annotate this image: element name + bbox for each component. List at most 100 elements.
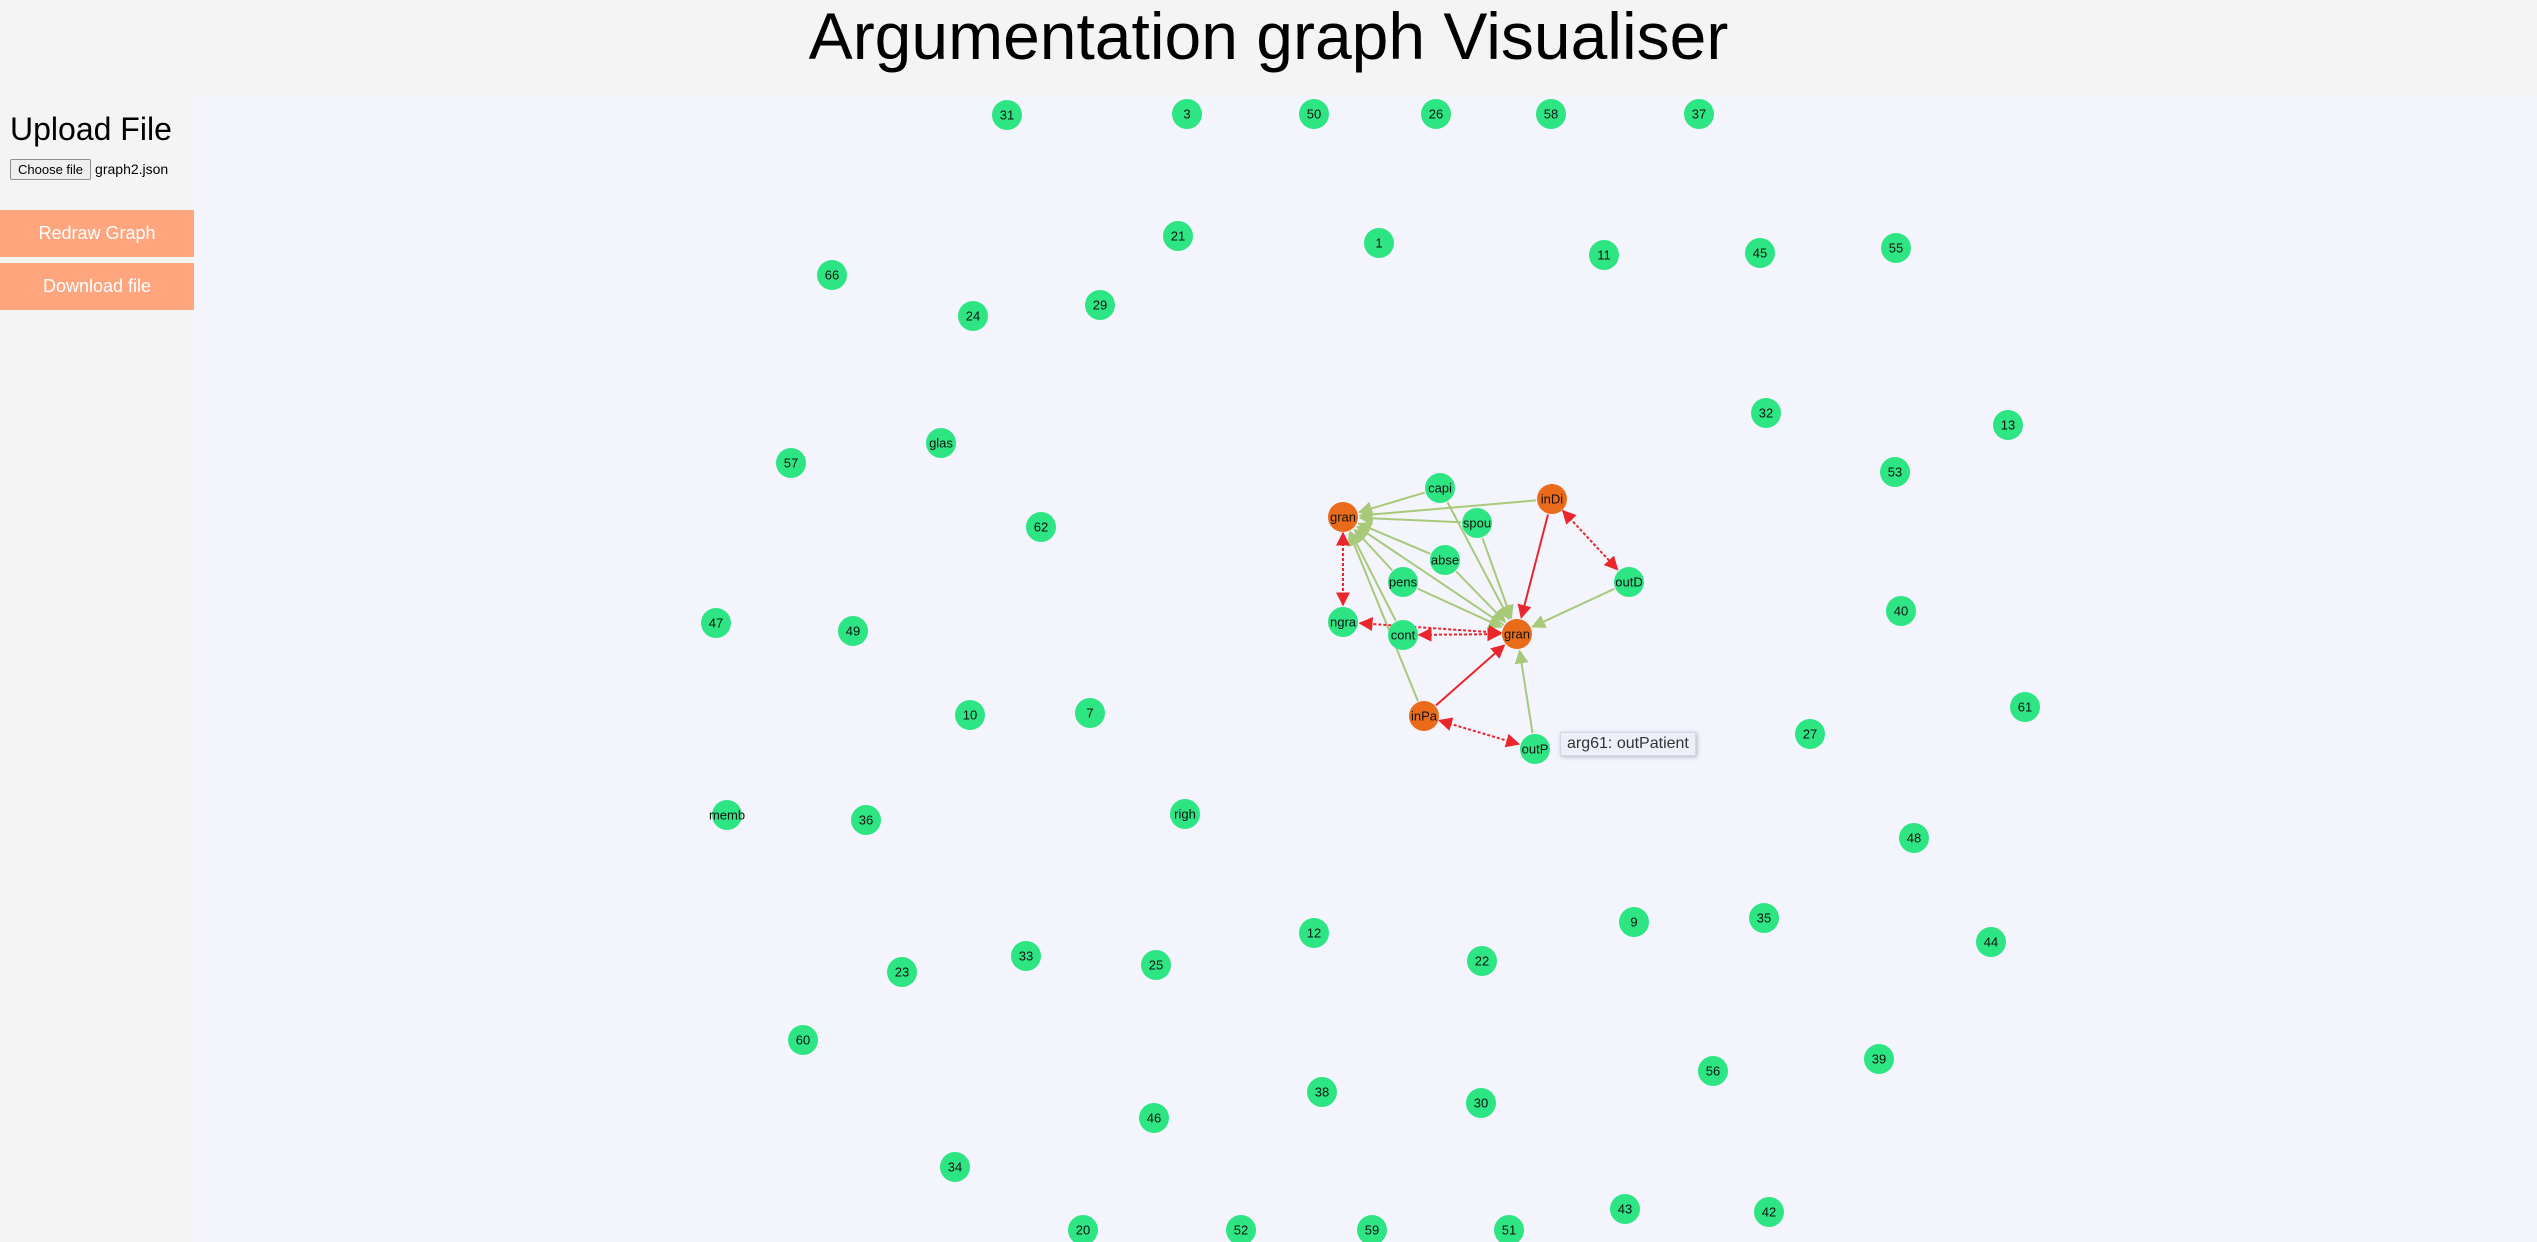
node-circle[interactable] xyxy=(1299,918,1329,948)
graph-node-39[interactable]: 39 xyxy=(1864,1044,1894,1074)
node-circle[interactable] xyxy=(712,800,742,830)
node-circle[interactable] xyxy=(1899,823,1929,853)
graph-node-3[interactable]: 3 xyxy=(1172,99,1202,129)
node-circle[interactable] xyxy=(1011,941,1041,971)
graph-node-26[interactable]: 26 xyxy=(1421,99,1451,129)
graph-node-21[interactable]: 21 xyxy=(1163,221,1193,251)
graph-node-ngra[interactable]: ngra xyxy=(1328,607,1358,637)
graph-node-53[interactable]: 53 xyxy=(1880,457,1910,487)
node-circle[interactable] xyxy=(1684,99,1714,129)
graph-node-12[interactable]: 12 xyxy=(1299,918,1329,948)
graph-node-9[interactable]: 9 xyxy=(1619,907,1649,937)
graph-node-11[interactable]: 11 xyxy=(1589,240,1619,270)
node-circle[interactable] xyxy=(1993,410,2023,440)
graph-canvas[interactable]: 31 3 50 26 58 37 21 1 11 45 55 66 24 29 32 13 glas 57 53 62… xyxy=(194,95,2537,1242)
graph-node-29[interactable]: 29 xyxy=(1085,290,1115,320)
graph-node-31[interactable]: 31 xyxy=(992,100,1022,130)
graph-node-38[interactable]: 38 xyxy=(1307,1077,1337,1107)
graph-node-43[interactable]: 43 xyxy=(1610,1194,1640,1224)
node-circle[interactable] xyxy=(955,700,985,730)
node-circle[interactable] xyxy=(1026,512,1056,542)
redraw-graph-button[interactable]: Redraw Graph xyxy=(0,210,194,257)
node-circle[interactable] xyxy=(1976,927,2006,957)
graph-node-45[interactable]: 45 xyxy=(1745,238,1775,268)
node-circle[interactable] xyxy=(1328,502,1358,532)
graph-node-outD[interactable]: outD xyxy=(1614,567,1644,597)
node-circle[interactable] xyxy=(1170,799,1200,829)
graph-node-62[interactable]: 62 xyxy=(1026,512,1056,542)
node-circle[interactable] xyxy=(1299,99,1329,129)
node-circle[interactable] xyxy=(1614,567,1644,597)
graph-svg[interactable]: 31 3 50 26 58 3721 111 45 556624293213glas575362… xyxy=(194,95,2537,1242)
node-circle[interactable] xyxy=(1425,473,1455,503)
graph-node-59[interactable]: 59 xyxy=(1357,1215,1387,1242)
node-circle[interactable] xyxy=(851,805,881,835)
graph-node-66[interactable]: 66 xyxy=(817,260,847,290)
graph-node-inDi[interactable]: inDi xyxy=(1537,484,1567,514)
graph-node-1[interactable]: 1 xyxy=(1364,228,1394,258)
node-circle[interactable] xyxy=(1886,596,1916,626)
download-file-button[interactable]: Download file xyxy=(0,263,194,310)
node-circle[interactable] xyxy=(1610,1194,1640,1224)
graph-node-13[interactable]: 13 xyxy=(1993,410,2023,440)
graph-node-24[interactable]: 24 xyxy=(958,301,988,331)
node-circle[interactable] xyxy=(1139,1103,1169,1133)
node-circle[interactable] xyxy=(1466,1088,1496,1118)
node-circle[interactable] xyxy=(1502,619,1532,649)
graph-node-34[interactable]: 34 xyxy=(940,1152,970,1182)
node-circle[interactable] xyxy=(1409,701,1439,731)
graph-node-gran2[interactable]: gran xyxy=(1502,619,1532,649)
graph-node-spou[interactable]: spou xyxy=(1462,508,1492,538)
graph-node-37[interactable]: 37 xyxy=(1684,99,1714,129)
node-circle[interactable] xyxy=(701,608,731,638)
node-circle[interactable] xyxy=(1462,508,1492,538)
node-circle[interactable] xyxy=(1536,99,1566,129)
graph-node-40[interactable]: 40 xyxy=(1886,596,1916,626)
graph-node-25[interactable]: 25 xyxy=(1141,950,1171,980)
node-circle[interactable] xyxy=(1754,1197,1784,1227)
node-circle[interactable] xyxy=(1494,1215,1524,1242)
node-circle[interactable] xyxy=(817,260,847,290)
node-circle[interactable] xyxy=(1388,620,1418,650)
node-circle[interactable] xyxy=(1520,734,1550,764)
node-circle[interactable] xyxy=(1467,946,1497,976)
graph-node-47[interactable]: 47 xyxy=(701,608,731,638)
node-circle[interactable] xyxy=(788,1025,818,1055)
graph-node-abse[interactable]: abse xyxy=(1430,545,1460,575)
graph-node-33[interactable]: 33 xyxy=(1011,941,1041,971)
graph-node-memb[interactable]: memb xyxy=(709,800,745,830)
node-circle[interactable] xyxy=(940,1152,970,1182)
graph-node-57[interactable]: 57 xyxy=(776,448,806,478)
node-circle[interactable] xyxy=(887,957,917,987)
node-circle[interactable] xyxy=(1226,1215,1256,1242)
graph-node-61[interactable]: 61 xyxy=(2010,692,2040,722)
node-circle[interactable] xyxy=(958,301,988,331)
choose-file-button[interactable]: Choose file xyxy=(10,158,92,180)
node-circle[interactable] xyxy=(838,616,868,646)
node-circle[interactable] xyxy=(1698,1056,1728,1086)
graph-node-44[interactable]: 44 xyxy=(1976,927,2006,957)
node-circle[interactable] xyxy=(1430,545,1460,575)
node-circle[interactable] xyxy=(992,100,1022,130)
graph-node-51[interactable]: 51 xyxy=(1494,1215,1524,1242)
node-circle[interactable] xyxy=(926,428,956,458)
graph-node-42[interactable]: 42 xyxy=(1754,1197,1784,1227)
graph-node-58[interactable]: 58 xyxy=(1536,99,1566,129)
graph-node-capi[interactable]: capi xyxy=(1425,473,1455,503)
graph-node-27[interactable]: 27 xyxy=(1795,719,1825,749)
node-circle[interactable] xyxy=(1589,240,1619,270)
graph-node-46[interactable]: 46 xyxy=(1139,1103,1169,1133)
graph-node-52[interactable]: 52 xyxy=(1226,1215,1256,1242)
node-circle[interactable] xyxy=(1075,698,1105,728)
graph-node-48[interactable]: 48 xyxy=(1899,823,1929,853)
graph-node-23[interactable]: 23 xyxy=(887,957,917,987)
node-circle[interactable] xyxy=(1751,398,1781,428)
node-circle[interactable] xyxy=(1068,1215,1098,1242)
node-circle[interactable] xyxy=(1163,221,1193,251)
graph-node-glas[interactable]: glas xyxy=(926,428,956,458)
node-circle[interactable] xyxy=(1307,1077,1337,1107)
file-input[interactable]: Choose file graph2.json xyxy=(10,158,168,180)
graph-node-30[interactable]: 30 xyxy=(1466,1088,1496,1118)
node-circle[interactable] xyxy=(1864,1044,1894,1074)
graph-node-56[interactable]: 56 xyxy=(1698,1056,1728,1086)
